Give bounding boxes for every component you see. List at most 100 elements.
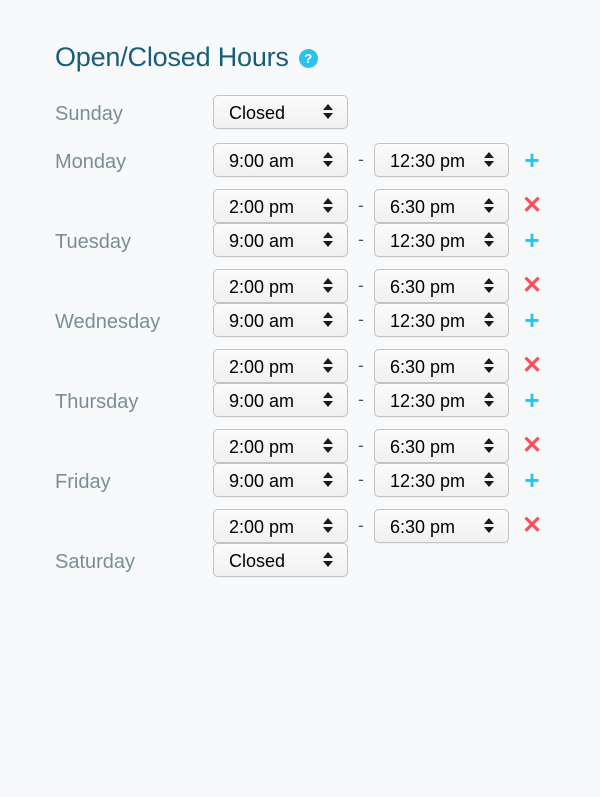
close-time-select[interactable]: 12:30 pm: [374, 303, 509, 337]
range-separator: -: [358, 356, 364, 375]
close-time-select[interactable]: 12:30 pm: [374, 223, 509, 257]
select-spinner-arrows-icon: [323, 438, 333, 457]
closed-status-select[interactable]: Closed: [213, 543, 348, 577]
select-value: 9:00 am: [229, 231, 295, 251]
open-closed-hours-panel: Open/Closed Hours ? Sunday Closed Monday 9:…: [0, 0, 600, 591]
add-time-range-icon[interactable]: +: [513, 463, 551, 497]
select-value: 6:30 pm: [390, 517, 456, 537]
question-circle-icon[interactable]: ?: [298, 49, 318, 68]
range-separator: -: [358, 150, 364, 169]
close-time-select[interactable]: 12:30 pm: [374, 383, 509, 417]
range-separator: -: [358, 196, 364, 215]
range-separator: -: [358, 230, 364, 249]
select-spinner-arrows-icon: [323, 312, 333, 331]
select-spinner-arrows-icon: [484, 438, 494, 457]
select-value: 12:30 pm: [390, 151, 466, 171]
select-value: 9:00 am: [229, 311, 295, 331]
add-time-range-icon[interactable]: +: [513, 383, 551, 417]
day-ranges: 9:00 am - 12:30 pm +2:00 pm - 6:30 pm ✕: [213, 303, 551, 383]
select-value: Closed: [229, 551, 286, 571]
time-range-row: 2:00 pm - 6:30 pm ✕: [213, 509, 551, 543]
close-time-select[interactable]: 6:30 pm: [374, 189, 509, 223]
remove-time-range-icon[interactable]: ✕: [513, 429, 551, 463]
close-time-select[interactable]: 6:30 pm: [374, 349, 509, 383]
time-range-row: 2:00 pm - 6:30 pm ✕: [213, 269, 551, 303]
open-time-select[interactable]: 2:00 pm: [213, 269, 348, 303]
day-label: Sunday: [55, 103, 123, 125]
page-title: Open/Closed Hours: [55, 42, 289, 72]
time-range-row: 9:00 am - 12:30 pm +: [213, 223, 551, 257]
open-time-select[interactable]: 9:00 am: [213, 143, 348, 177]
remove-time-range-icon[interactable]: ✕: [513, 269, 551, 303]
panel-heading: Open/Closed Hours ?: [55, 44, 600, 71]
select-value: 2:00 pm: [229, 437, 295, 457]
select-spinner-arrows-icon: [323, 198, 333, 217]
closed-status-select[interactable]: Closed: [213, 95, 348, 129]
remove-time-range-icon[interactable]: ✕: [513, 189, 551, 223]
day-row: Wednesday 9:00 am - 12:30 pm +2:00 pm - 6:30 p…: [55, 303, 600, 383]
open-time-select[interactable]: 9:00 am: [213, 383, 348, 417]
day-ranges: Closed: [213, 95, 348, 129]
range-separator: -: [358, 436, 364, 455]
close-time-select[interactable]: 12:30 pm: [374, 143, 509, 177]
open-time-select[interactable]: 9:00 am: [213, 463, 348, 497]
time-range-row: 9:00 am - 12:30 pm +: [213, 303, 551, 337]
select-spinner-arrows-icon: [484, 472, 494, 491]
select-value: 2:00 pm: [229, 197, 295, 217]
select-spinner-arrows-icon: [484, 312, 494, 331]
select-spinner-arrows-icon: [323, 472, 333, 491]
select-value: 6:30 pm: [390, 197, 456, 217]
open-time-select[interactable]: 2:00 pm: [213, 349, 348, 383]
select-value: 2:00 pm: [229, 277, 295, 297]
day-ranges: 9:00 am - 12:30 pm +2:00 pm - 6:30 pm ✕: [213, 223, 551, 303]
day-row: Thursday 9:00 am - 12:30 pm +2:00 pm - 6:30 pm…: [55, 383, 600, 463]
select-value: 6:30 pm: [390, 277, 456, 297]
select-value: 2:00 pm: [229, 357, 295, 377]
select-spinner-arrows-icon: [484, 198, 494, 217]
day-label: Wednesday: [55, 311, 161, 333]
range-separator: -: [358, 470, 364, 489]
close-time-select[interactable]: 6:30 pm: [374, 429, 509, 463]
day-row: Friday 9:00 am - 12:30 pm +2:00 pm - 6:30 pm ✕: [55, 463, 600, 543]
select-value: 12:30 pm: [390, 391, 466, 411]
select-spinner-arrows-icon: [484, 152, 494, 171]
open-time-select[interactable]: 9:00 am: [213, 223, 348, 257]
day-rows-list: Sunday Closed Monday 9:00 am - 12:30 pm +2:00 …: [55, 95, 600, 591]
open-time-select[interactable]: 2:00 pm: [213, 189, 348, 223]
range-separator: -: [358, 276, 364, 295]
add-time-range-icon[interactable]: +: [513, 223, 551, 257]
select-spinner-arrows-icon: [484, 358, 494, 377]
day-label: Tuesday: [55, 231, 131, 253]
day-label: Saturday: [55, 551, 136, 573]
close-time-select[interactable]: 6:30 pm: [374, 509, 509, 543]
select-spinner-arrows-icon: [323, 552, 333, 571]
open-time-select[interactable]: 9:00 am: [213, 303, 348, 337]
closed-row: Closed: [213, 95, 348, 129]
day-ranges: 9:00 am - 12:30 pm +2:00 pm - 6:30 pm ✕: [213, 143, 551, 223]
day-label: Friday: [55, 471, 111, 493]
open-time-select[interactable]: 2:00 pm: [213, 509, 348, 543]
range-separator: -: [358, 310, 364, 329]
time-range-row: 9:00 am - 12:30 pm +: [213, 143, 551, 177]
close-time-select[interactable]: 6:30 pm: [374, 269, 509, 303]
open-time-select[interactable]: 2:00 pm: [213, 429, 348, 463]
add-time-range-icon[interactable]: +: [513, 143, 551, 177]
select-value: 12:30 pm: [390, 231, 466, 251]
remove-time-range-icon[interactable]: ✕: [513, 349, 551, 383]
add-time-range-icon[interactable]: +: [513, 303, 551, 337]
day-row: Sunday Closed: [55, 95, 600, 143]
day-row: Saturday Closed: [55, 543, 600, 591]
day-ranges: Closed: [213, 543, 348, 577]
time-range-row: 9:00 am - 12:30 pm +: [213, 383, 551, 417]
select-value: 2:00 pm: [229, 517, 295, 537]
select-spinner-arrows-icon: [484, 278, 494, 297]
range-separator: -: [358, 516, 364, 535]
select-spinner-arrows-icon: [323, 232, 333, 251]
select-value: 9:00 am: [229, 471, 295, 491]
select-spinner-arrows-icon: [484, 392, 494, 411]
day-label: Monday: [55, 151, 127, 173]
close-time-select[interactable]: 12:30 pm: [374, 463, 509, 497]
remove-time-range-icon[interactable]: ✕: [513, 509, 551, 543]
select-spinner-arrows-icon: [323, 278, 333, 297]
select-spinner-arrows-icon: [323, 358, 333, 377]
